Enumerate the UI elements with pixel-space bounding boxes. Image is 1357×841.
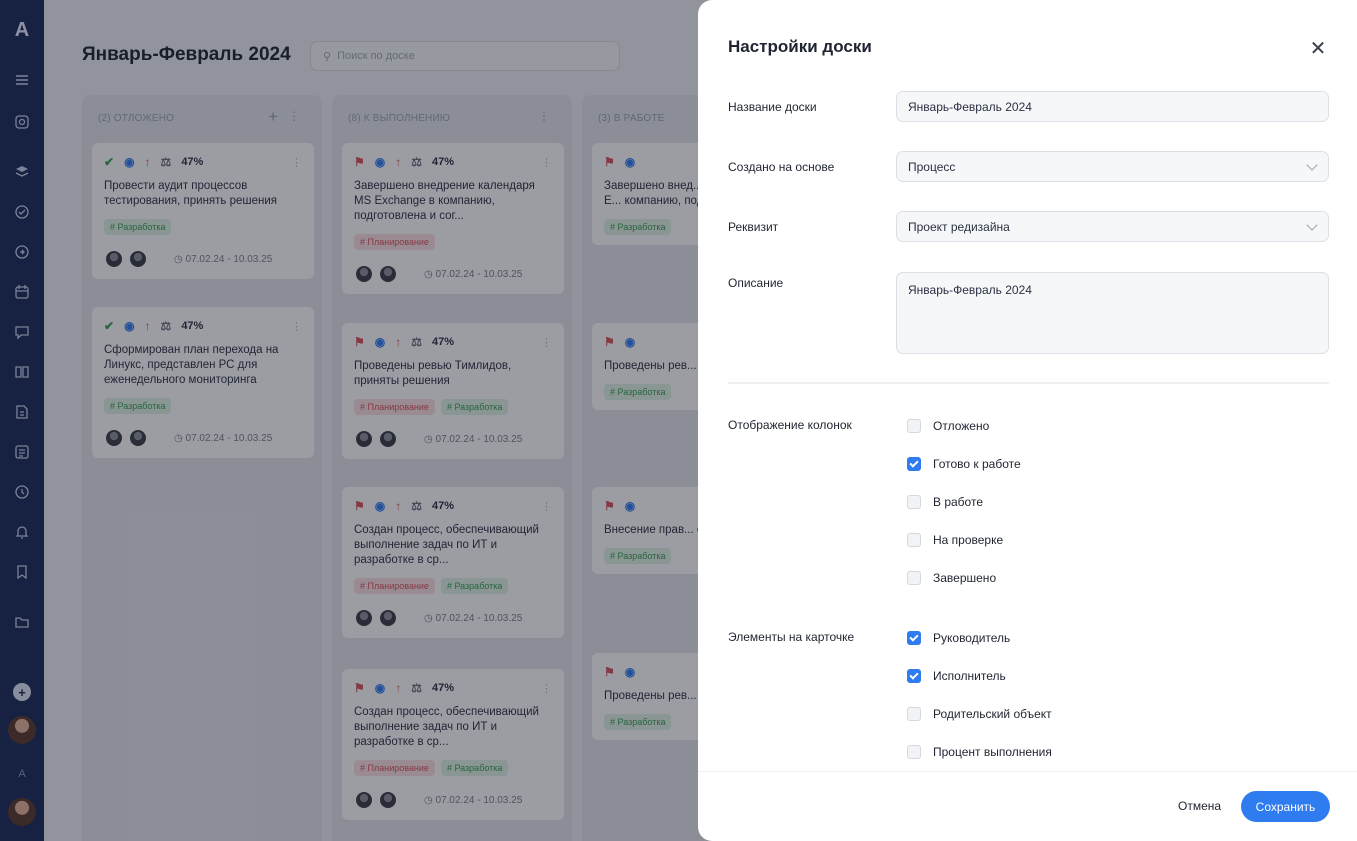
checkbox-icon bbox=[907, 419, 921, 433]
checkbox-completion-percent[interactable]: Процент выполнения bbox=[907, 745, 1052, 759]
chevron-down-icon bbox=[1306, 219, 1318, 231]
checkbox-icon bbox=[907, 707, 921, 721]
checkbox-icon bbox=[907, 495, 921, 509]
save-button[interactable]: Сохранить bbox=[1241, 791, 1330, 822]
checkbox-done[interactable]: Завершено bbox=[907, 571, 996, 585]
columns-display-label: Отображение колонок bbox=[728, 418, 852, 432]
checkbox-label: Родительский объект bbox=[933, 707, 1052, 721]
checkbox-executor[interactable]: Исполнитель bbox=[907, 669, 1006, 683]
checkbox-label: На проверке bbox=[933, 533, 1004, 547]
requisite-label: Реквизит bbox=[728, 220, 779, 234]
board-name-label: Название доски bbox=[728, 100, 817, 114]
cancel-button[interactable]: Отмена bbox=[1178, 799, 1221, 813]
checkbox-checked-icon bbox=[907, 631, 921, 645]
description-textarea[interactable]: Январь-Февраль 2024 bbox=[896, 272, 1329, 354]
checkbox-label: Руководитель bbox=[933, 631, 1011, 645]
checkbox-label: Завершено bbox=[933, 571, 997, 585]
checkbox-label: В работе bbox=[933, 495, 984, 509]
footer-divider bbox=[698, 771, 1357, 772]
checkbox-parent-object[interactable]: Родительский объект bbox=[907, 707, 1052, 721]
panel-title: Настройки доски bbox=[728, 37, 872, 56]
requisite-select[interactable]: Проект редизайна bbox=[896, 211, 1329, 242]
based-on-select[interactable]: Процесс bbox=[896, 151, 1329, 182]
checkbox-manager[interactable]: Руководитель bbox=[907, 631, 1010, 645]
board-name-input[interactable]: Январь-Февраль 2024 bbox=[896, 91, 1329, 122]
divider bbox=[728, 382, 1329, 384]
checkbox-checked-icon bbox=[907, 669, 921, 683]
checkbox-ready[interactable]: Готово к работе bbox=[907, 457, 1021, 471]
checkbox-label: Исполнитель bbox=[933, 669, 1006, 683]
chevron-down-icon bbox=[1306, 159, 1318, 171]
card-elements-label: Элементы на карточке bbox=[728, 630, 855, 644]
checkbox-label: Процент выполнения bbox=[933, 745, 1052, 759]
description-label: Описание bbox=[728, 276, 784, 290]
checkbox-icon bbox=[907, 745, 921, 759]
board-settings-panel: Настройки доски ✕ Название доски Январь-… bbox=[698, 0, 1357, 841]
board-name-value: Январь-Февраль 2024 bbox=[908, 99, 1032, 114]
checkbox-icon bbox=[907, 571, 921, 585]
checkbox-review[interactable]: На проверке bbox=[907, 533, 1003, 547]
description-value: Январь-Февраль 2024 bbox=[908, 283, 1032, 297]
close-icon[interactable]: ✕ bbox=[1308, 38, 1328, 60]
checkbox-postponed[interactable]: Отложено bbox=[907, 419, 989, 433]
checkbox-in-progress[interactable]: В работе bbox=[907, 495, 983, 509]
checkbox-label: Готово к работе bbox=[933, 457, 1021, 471]
checkbox-label: Отложено bbox=[933, 419, 990, 433]
requisite-value: Проект редизайна bbox=[908, 219, 1010, 234]
checkbox-icon bbox=[907, 533, 921, 547]
based-on-value: Процесс bbox=[908, 159, 956, 174]
checkbox-checked-icon bbox=[907, 457, 921, 471]
based-on-label: Создано на основе bbox=[728, 160, 835, 174]
